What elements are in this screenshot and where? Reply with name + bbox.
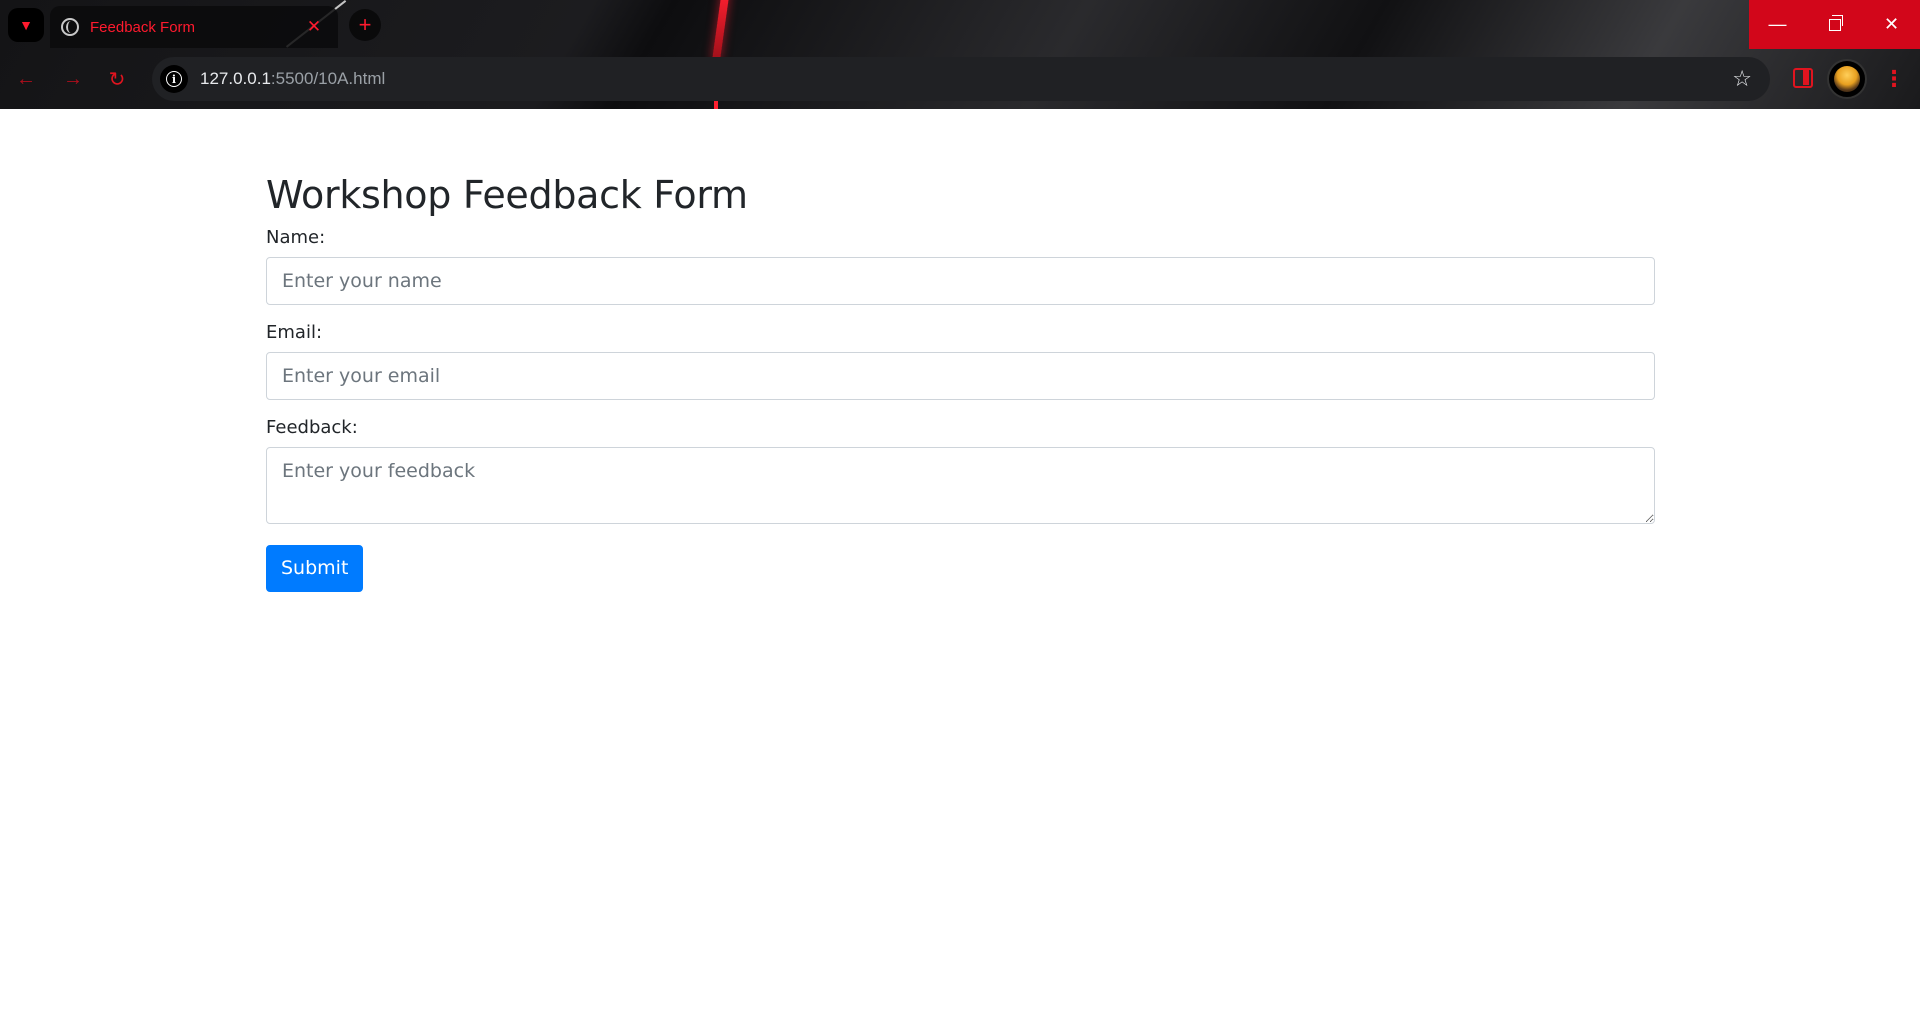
url-host: 127.0.0.1	[200, 69, 271, 88]
more-vertical-icon: ⋮	[1883, 66, 1905, 91]
site-info-button[interactable]: i	[160, 65, 188, 93]
restore-button[interactable]	[1806, 0, 1863, 49]
close-icon: ✕	[1883, 14, 1900, 34]
submit-button[interactable]: Submit	[266, 544, 364, 592]
page-title: Workshop Feedback Form	[266, 173, 748, 217]
close-icon: ✕	[306, 17, 322, 36]
reload-icon: ↻	[108, 68, 126, 91]
tab-search-button[interactable]: ▼	[8, 8, 44, 42]
bookmark-star-icon[interactable]: ☆	[1732, 66, 1752, 92]
email-input[interactable]	[266, 351, 1655, 400]
email-label: Email:	[266, 321, 323, 343]
avatar-image	[1834, 66, 1860, 92]
url-path: :5500/10A.html	[270, 69, 386, 88]
tab-close-button[interactable]: ✕	[302, 15, 326, 39]
page-content: Workshop Feedback Form Name: Email: Feed…	[0, 109, 1920, 1020]
back-button[interactable]: ←	[9, 62, 43, 96]
browser-menu-button[interactable]: ⋮	[1880, 62, 1908, 96]
name-group: Name:	[266, 227, 1655, 305]
chevron-down-icon: ▼	[19, 17, 33, 33]
feedback-form: Name: Email: Feedback: Submit	[266, 227, 1655, 592]
url-text[interactable]: 127.0.0.1:5500/10A.html	[200, 69, 1732, 89]
feedback-group: Feedback:	[266, 417, 1655, 524]
minimize-button[interactable]: —	[1749, 0, 1806, 49]
email-group: Email:	[266, 322, 1655, 400]
form-container: Workshop Feedback Form Name: Email: Feed…	[266, 173, 1655, 592]
name-label: Name:	[266, 226, 326, 248]
background-decoration	[712, 0, 730, 60]
profile-avatar[interactable]	[1827, 59, 1867, 99]
tab-feedback-form[interactable]: Feedback Form ✕	[50, 6, 338, 48]
arrow-right-icon: →	[63, 67, 83, 90]
name-input[interactable]	[266, 256, 1655, 305]
feedback-label: Feedback:	[266, 416, 358, 438]
feedback-textarea[interactable]	[266, 446, 1655, 524]
arrow-left-icon: ←	[16, 67, 36, 90]
forward-button[interactable]: →	[56, 62, 90, 96]
window-close-button[interactable]: ✕	[1863, 0, 1920, 49]
new-tab-button[interactable]: +	[349, 9, 381, 41]
plus-icon: +	[358, 12, 372, 37]
info-icon: i	[166, 71, 182, 87]
tab-title: Feedback Form	[90, 18, 196, 36]
globe-icon	[61, 18, 79, 36]
minimize-icon: —	[1768, 14, 1787, 34]
restore-icon	[1828, 14, 1843, 31]
side-panel-icon[interactable]	[1793, 68, 1813, 88]
browser-chrome: ▼ Feedback Form ✕ + — ✕ ← → ↻ i 127.0.0.…	[0, 0, 1920, 109]
address-bar[interactable]: i 127.0.0.1:5500/10A.html ☆	[152, 57, 1770, 101]
reload-button[interactable]: ↻	[100, 62, 134, 96]
